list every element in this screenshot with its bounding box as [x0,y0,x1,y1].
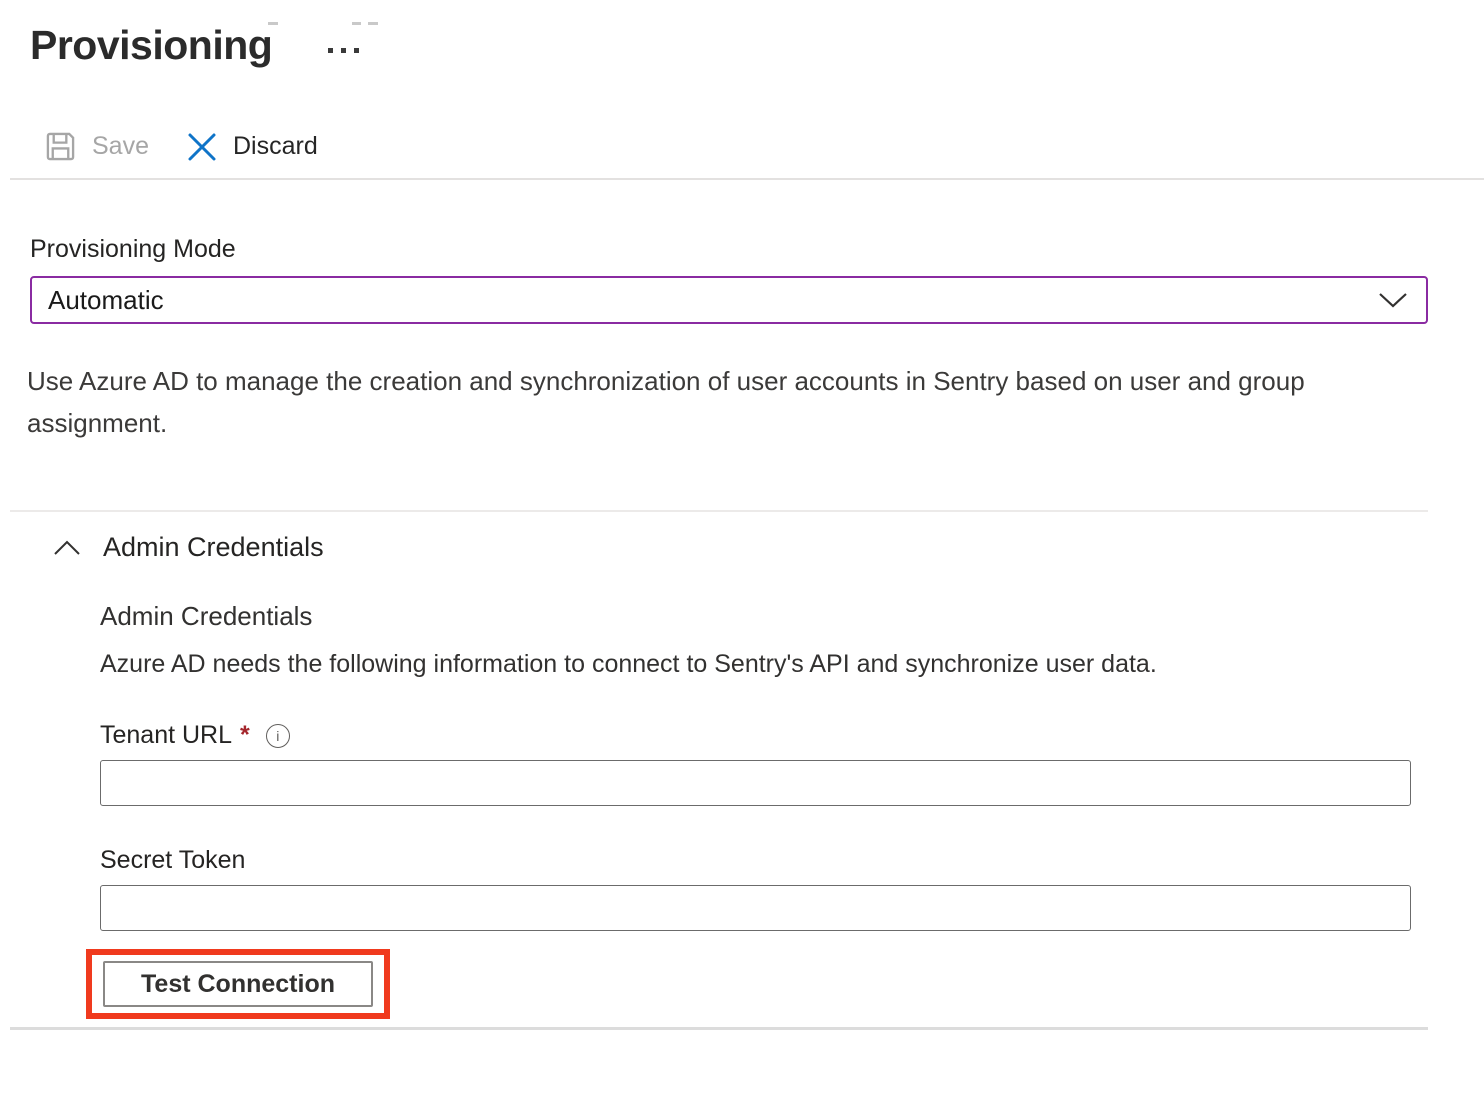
save-button[interactable]: Save [45,131,149,162]
admin-credentials-description: Azure AD needs the following information… [100,650,1484,679]
admin-credentials-subtitle: Admin Credentials [100,601,1484,632]
clipped-content-artifact [368,22,378,25]
annotation-highlight-box: Test Connection [86,949,390,1019]
page-title: Provisioning [30,22,272,69]
discard-button[interactable]: Discard [187,132,318,162]
divider [10,510,1428,512]
test-connection-button[interactable]: Test Connection [103,961,373,1007]
section-title: Admin Credentials [103,532,324,563]
save-icon [45,131,76,162]
save-button-label: Save [92,132,149,161]
secret-token-label: Secret Token [100,846,1484,875]
dot [328,48,333,53]
chevron-up-icon [53,540,81,556]
required-marker: * [240,721,250,750]
dot [354,48,359,53]
command-bar: Save Discard [45,131,1484,162]
info-icon[interactable]: i [266,724,290,748]
page-header: Provisioning [30,22,1484,69]
tenant-url-input[interactable] [100,760,1411,806]
chevron-down-icon [1378,291,1408,309]
secret-token-input[interactable] [100,885,1411,931]
clipped-content-artifact [268,22,278,25]
provisioning-mode-select[interactable]: Automatic [30,276,1428,324]
tenant-url-label-row: Tenant URL * i [100,721,1484,750]
provisioning-mode-value: Automatic [48,285,164,316]
provisioning-mode-description: Use Azure AD to manage the creation and … [27,360,1329,444]
provisioning-mode-label: Provisioning Mode [30,235,1484,264]
more-options-icon[interactable] [324,44,363,57]
clipped-content-artifact [352,22,361,25]
divider [10,178,1484,180]
admin-credentials-section-toggle[interactable]: Admin Credentials [53,532,1484,563]
admin-credentials-content: Admin Credentials Azure AD needs the fol… [100,601,1484,1019]
divider [10,1027,1428,1030]
close-icon [187,132,217,162]
tenant-url-label: Tenant URL [100,721,232,750]
discard-button-label: Discard [233,132,318,161]
dot [341,48,346,53]
